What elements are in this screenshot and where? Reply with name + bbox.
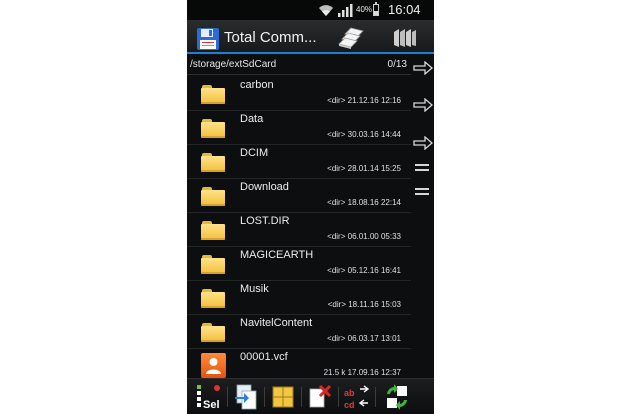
zip-button[interactable] <box>269 383 297 411</box>
folder-icon <box>201 289 225 308</box>
folder-icon <box>201 221 225 240</box>
folder-icon <box>201 153 225 172</box>
swap-panels-icon <box>387 384 407 410</box>
item-meta: <dir> 06.01.00 05:33 <box>327 232 401 241</box>
pack-icon <box>235 384 257 410</box>
item-name: 00001.vcf <box>240 351 288 363</box>
list-item-carbon[interactable]: carbon <dir> 21.12.16 12:16 <box>187 77 411 111</box>
list-item-download[interactable]: Download <dir> 18.08.16 22:14 <box>187 179 411 213</box>
status-bar: 40% 16:04 <box>187 0 434 20</box>
arrow-right-icon[interactable] <box>413 61 433 75</box>
item-name: NavitelContent <box>240 317 313 329</box>
file-list: carbon <dir> 21.12.16 12:16 Data <dir> 3… <box>187 77 411 383</box>
rename-icon: ab cd <box>344 385 370 410</box>
item-name: Download <box>240 181 289 193</box>
title-underline <box>187 52 434 54</box>
item-meta: <dir> 18.08.16 22:14 <box>327 198 401 207</box>
list-item-lost-dir[interactable]: LOST.DIR <dir> 06.01.00 05:33 <box>187 213 411 247</box>
item-name: MAGICEARTH <box>240 249 314 261</box>
item-meta: <dir> 28.01.14 15:25 <box>327 164 401 173</box>
item-meta: <dir> 30.03.16 14:44 <box>327 130 401 139</box>
title-bar: Total Comm... <box>187 20 434 54</box>
item-name: carbon <box>240 79 274 91</box>
wifi-icon <box>319 5 333 16</box>
menu-lines-icon[interactable] <box>415 188 429 198</box>
svg-text:cd: cd <box>344 400 355 410</box>
svg-text:ab: ab <box>344 388 355 398</box>
floppy-disk-icon[interactable] <box>197 28 219 50</box>
folder-icon <box>201 323 225 342</box>
list-item-magicearth[interactable]: MAGICEARTH <dir> 05.12.16 16:41 <box>187 247 411 281</box>
path-bar[interactable]: /storage/extSdCard 0/13 <box>187 56 411 75</box>
list-item-musik[interactable]: Musik <dir> 18.11.16 15:03 <box>187 281 411 315</box>
phone-screen: 40% 16:04 Total Comm... /storage/extSdCa… <box>187 0 434 414</box>
item-meta: <dir> 06.03.17 13:01 <box>327 334 401 343</box>
delete-button[interactable] <box>306 383 334 411</box>
arrow-right-icon[interactable] <box>413 98 433 112</box>
menu-lines-icon[interactable] <box>415 164 429 174</box>
item-meta: 21.5 k 17.09.16 12:37 <box>323 368 401 377</box>
battery-icon <box>373 2 379 16</box>
side-panel <box>411 56 434 376</box>
rename-button[interactable]: ab cd <box>343 383 371 411</box>
signal-icon <box>338 4 353 17</box>
list-item-navitelcontent[interactable]: NavitelContent <dir> 06.03.17 13:01 <box>187 315 411 349</box>
list-item-data[interactable]: Data <dir> 30.03.16 14:44 <box>187 111 411 145</box>
select-label: Sel <box>203 399 220 411</box>
item-name: Data <box>240 113 264 125</box>
select-files-button[interactable]: Sel <box>195 383 223 411</box>
toolbar-divider <box>375 387 376 407</box>
pack-button[interactable] <box>232 383 260 411</box>
copy-files-icon[interactable] <box>337 27 365 51</box>
swap-panels-button[interactable] <box>383 383 411 411</box>
item-meta: <dir> 05.12.16 16:41 <box>327 266 401 275</box>
contact-file-icon <box>201 353 226 378</box>
item-meta: <dir> 18.11.16 15:03 <box>327 300 401 309</box>
toolbar-divider <box>264 387 265 407</box>
zip-icon <box>272 386 294 408</box>
toolbar-divider <box>227 387 228 407</box>
toolbar-divider <box>338 387 339 407</box>
directory-hotlist-icon[interactable] <box>393 28 417 48</box>
folder-icon <box>201 85 225 104</box>
battery-percent: 40% <box>356 5 373 14</box>
selection-count: 0/13 <box>387 59 407 70</box>
folder-icon <box>201 255 225 274</box>
item-name: Musik <box>240 283 269 295</box>
toolbar-divider <box>301 387 302 407</box>
folder-icon <box>201 119 225 138</box>
current-path[interactable]: /storage/extSdCard <box>190 59 276 70</box>
folder-icon <box>201 187 225 206</box>
item-meta: <dir> 21.12.16 12:16 <box>327 96 401 105</box>
clock: 16:04 <box>388 2 421 17</box>
bottom-toolbar: Sel ab cd <box>187 378 434 414</box>
item-name: DCIM <box>240 147 269 159</box>
list-item-dcim[interactable]: DCIM <dir> 28.01.14 15:25 <box>187 145 411 179</box>
arrow-right-icon[interactable] <box>413 136 433 150</box>
item-name: LOST.DIR <box>240 215 290 227</box>
delete-icon <box>309 384 332 408</box>
app-title: Total Comm... <box>224 29 317 46</box>
select-files-icon: Sel <box>197 385 220 411</box>
